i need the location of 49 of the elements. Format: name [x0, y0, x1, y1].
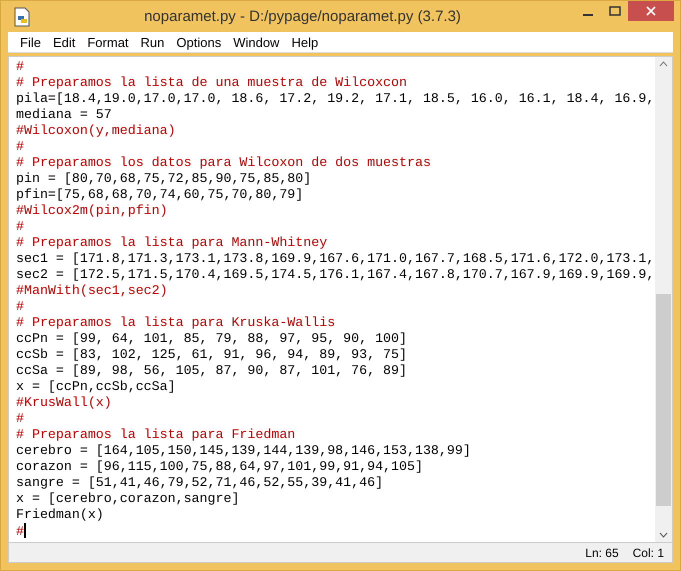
code-line: x = [ccPn,ccSb,ccSa]	[16, 379, 177, 395]
menu-item[interactable]: Run	[134, 34, 170, 50]
menu-item[interactable]: Format	[81, 34, 135, 50]
code-comment: # Preparamos la lista para Kruska-Wallis	[16, 315, 336, 331]
code-line: pfin=[75,68,68,70,74,60,75,70,80,79]	[16, 187, 304, 203]
scroll-down-icon[interactable]	[659, 532, 668, 538]
column-number: Col: 1	[632, 546, 664, 560]
code-comment: #KrusWall(x)	[16, 395, 113, 411]
code-line: Friedman(x)	[16, 507, 105, 523]
code-comment: #Wilcoxon(y,mediana)	[16, 123, 177, 139]
menu-item[interactable]: Edit	[46, 34, 82, 50]
menu-item[interactable]: Window	[227, 34, 286, 50]
code-comment: #ManWith(sec1,sec2)	[16, 283, 169, 299]
code-comment: # Preparamos la lista para Friedman	[16, 427, 296, 443]
code-line: mediana = 57	[16, 107, 113, 123]
scroll-thumb[interactable]	[656, 294, 671, 506]
code-line: ccSa = [89, 98, 56, 105, 87, 90, 87, 101, 76, 89]	[16, 363, 408, 379]
code-comment: # Preparamos la lista para Mann-Whitney	[16, 235, 328, 251]
code-line: corazon = [96,115,100,75,88,64,97,101,99,91,94,105]	[16, 459, 424, 475]
code-line: sec1 = [171.8,171.3,173.1,173.8,169.9,167.6,171.0,167.7,168.5,171.6,172.0,173.1,	[16, 251, 655, 267]
minimize-icon	[582, 14, 592, 16]
code-line: sec2 = [172.5,171.5,170.4,169.5,174.5,176.1,167.4,167.8,170.7,167.9,169.9,169.9,	[16, 267, 655, 283]
code-line: ccSb = [83, 102, 125, 61, 91, 96, 94, 89, 93, 75]	[16, 347, 408, 363]
maximize-icon	[608, 6, 620, 16]
code-comment: # Preparamos la lista de una muestra de Wilcoxcon	[16, 75, 408, 91]
code-line: pila=[18.4,19.0,17.0,17.0, 18.6, 17.2, 19.2, 17.1, 18.5, 16.0, 16.1, 18.4, 16.9,	[16, 91, 655, 107]
code-comment: #	[16, 59, 25, 75]
code-comment: #Wilcox2m(pin,pfin)	[16, 203, 169, 219]
menu-item[interactable]: Help	[285, 34, 324, 50]
code-line: pin = [80,70,68,75,72,85,90,75,85,80]	[16, 171, 312, 187]
code-comment: # Preparamos los datos para Wilcoxon de dos muestras	[16, 155, 432, 171]
close-icon	[646, 6, 656, 16]
close-button[interactable]	[628, 1, 674, 21]
code-line: x = [cerebro,corazon,sangre]	[16, 491, 240, 507]
menu-item[interactable]: Options	[170, 34, 228, 50]
code-comment: #	[16, 139, 25, 155]
window-title: noparamet.py - D:/pypage/noparamet.py (3.7.3)	[143, 8, 462, 25]
code-line: cerebro = [164,105,150,145,139,144,139,98,146,153,138,99]	[16, 443, 472, 459]
code-comment: #	[16, 411, 25, 427]
code-comment: #	[16, 299, 25, 315]
scroll-up-icon[interactable]	[659, 61, 668, 67]
code-comment: #	[16, 219, 25, 235]
python-file-icon	[13, 6, 31, 26]
code-comment: #	[16, 523, 27, 539]
menu-item[interactable]: File	[14, 34, 47, 50]
line-number: Ln: 65	[585, 546, 619, 560]
scrollbar[interactable]	[655, 57, 672, 542]
code-line: sangre = [51,41,46,79,52,71,46,52,55,39,41,46]	[16, 475, 384, 491]
code-line: ccPn = [99, 64, 101, 85, 79, 88, 97, 95, 90, 100]	[16, 331, 408, 347]
